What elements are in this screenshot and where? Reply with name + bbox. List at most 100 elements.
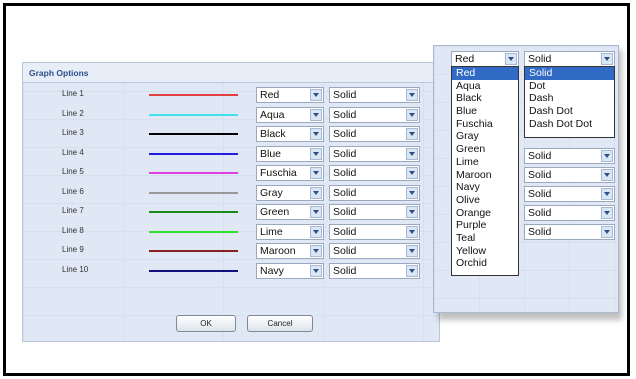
dropdown-option[interactable]: Dash Dot Dot bbox=[525, 118, 614, 131]
chevron-down-icon[interactable] bbox=[601, 169, 613, 181]
chevron-down-icon[interactable] bbox=[310, 264, 322, 277]
line-color-value: Aqua bbox=[260, 108, 285, 121]
dropdown-option[interactable]: Purple bbox=[452, 219, 518, 232]
line-color-value: Navy bbox=[260, 264, 284, 277]
line-style-select[interactable]: Solid bbox=[329, 126, 420, 142]
line-style-value: Solid bbox=[333, 206, 357, 218]
dropdown-option[interactable]: Green bbox=[452, 143, 518, 156]
line-style-select[interactable]: Solid bbox=[329, 145, 420, 162]
line-sample bbox=[149, 113, 238, 116]
dropdown-option[interactable]: Maroon bbox=[452, 169, 518, 182]
chevron-down-icon[interactable] bbox=[505, 53, 517, 65]
dropdown-option[interactable]: Yellow bbox=[452, 245, 518, 258]
chevron-down-icon[interactable] bbox=[310, 147, 322, 160]
chevron-down-icon[interactable] bbox=[310, 89, 322, 101]
style-select[interactable]: Solid bbox=[524, 205, 615, 221]
line-color-select[interactable]: Aqua bbox=[256, 106, 324, 123]
style-select[interactable]: Solid bbox=[524, 148, 615, 164]
cancel-button[interactable]: Cancel bbox=[247, 315, 313, 332]
dropdown-option[interactable]: Dot bbox=[525, 80, 614, 93]
line-color-select[interactable]: Blue bbox=[256, 145, 324, 162]
dropdown-option[interactable]: Gray bbox=[452, 130, 518, 143]
dropdown-option[interactable]: Dash Dot bbox=[525, 105, 614, 118]
dropdown-option[interactable]: Aqua bbox=[452, 80, 518, 93]
line-style-select[interactable]: Solid bbox=[329, 243, 420, 259]
dropdown-popup-panel: Red Solid Solid Solid Solid Solid Solid Red A… bbox=[433, 45, 619, 313]
line-color-value: Green bbox=[260, 206, 290, 218]
line-label: Line 6 bbox=[62, 186, 84, 196]
dropdown-option[interactable]: Teal bbox=[452, 232, 518, 245]
line-color-select[interactable]: Black bbox=[256, 126, 324, 142]
chevron-down-icon[interactable] bbox=[406, 128, 418, 140]
line-label: Line 3 bbox=[62, 128, 84, 137]
chevron-down-icon[interactable] bbox=[406, 167, 418, 179]
style-options-list[interactable]: Solid Dot Dash Dash Dot Dash Dot Dot bbox=[524, 66, 615, 138]
style-select-open[interactable]: Solid bbox=[524, 51, 615, 67]
style-select-value: Solid bbox=[528, 53, 552, 65]
line-label: Line 10 bbox=[62, 264, 89, 274]
chevron-down-icon[interactable] bbox=[406, 264, 418, 277]
dropdown-option[interactable]: Olive bbox=[452, 194, 518, 207]
dropdown-option[interactable]: Orchid bbox=[452, 257, 518, 270]
dropdown-option[interactable]: Fuschia bbox=[452, 118, 518, 131]
line-color-select[interactable]: Lime bbox=[256, 223, 324, 240]
color-select-value: Red bbox=[455, 53, 475, 65]
dropdown-option[interactable]: Lime bbox=[452, 156, 518, 169]
chevron-down-icon[interactable] bbox=[406, 245, 418, 257]
chevron-down-icon[interactable] bbox=[601, 150, 613, 162]
line-color-select[interactable]: Gray bbox=[256, 184, 324, 201]
line-style-select[interactable]: Solid bbox=[329, 204, 420, 220]
dropdown-option[interactable]: Blue bbox=[452, 105, 518, 118]
style-select[interactable]: Solid bbox=[524, 167, 615, 183]
chevron-down-icon[interactable] bbox=[601, 226, 613, 238]
dropdown-option[interactable]: Dash bbox=[525, 92, 614, 105]
style-select[interactable]: Solid bbox=[524, 224, 615, 240]
line-style-select[interactable]: Solid bbox=[329, 87, 420, 103]
line-color-select[interactable]: Red bbox=[256, 87, 324, 103]
ok-button[interactable]: OK bbox=[176, 315, 236, 332]
line-style-value: Solid bbox=[333, 167, 357, 179]
line-color-select[interactable]: Fuschia bbox=[256, 165, 324, 181]
chevron-down-icon[interactable] bbox=[310, 245, 322, 257]
dropdown-option[interactable]: Navy bbox=[452, 181, 518, 194]
chevron-down-icon[interactable] bbox=[406, 225, 418, 238]
chevron-down-icon[interactable] bbox=[406, 147, 418, 160]
color-options-list[interactable]: Red Aqua Black Blue Fuschia Gray Green Lime Maro… bbox=[451, 66, 519, 276]
chevron-down-icon[interactable] bbox=[310, 167, 322, 179]
line-color-select[interactable]: Navy bbox=[256, 262, 324, 279]
dropdown-option[interactable]: Black bbox=[452, 92, 518, 105]
chevron-down-icon[interactable] bbox=[310, 206, 322, 218]
line-sample bbox=[149, 211, 238, 213]
line-color-value: Fuschia bbox=[260, 167, 297, 179]
line-label: Line 2 bbox=[62, 108, 84, 118]
dropdown-option[interactable]: Orange bbox=[452, 207, 518, 220]
chevron-down-icon[interactable] bbox=[310, 225, 322, 238]
line-style-select[interactable]: Solid bbox=[329, 184, 420, 201]
chevron-down-icon[interactable] bbox=[406, 206, 418, 218]
chevron-down-icon[interactable] bbox=[601, 207, 613, 219]
chevron-down-icon[interactable] bbox=[601, 188, 613, 200]
line-label: Line 8 bbox=[62, 225, 84, 235]
line-color-select[interactable]: Maroon bbox=[256, 243, 324, 259]
chevron-down-icon[interactable] bbox=[310, 108, 322, 121]
chevron-down-icon[interactable] bbox=[406, 89, 418, 101]
chevron-down-icon[interactable] bbox=[310, 186, 322, 199]
dropdown-option[interactable]: Red bbox=[452, 67, 518, 80]
line-style-select[interactable]: Solid bbox=[329, 262, 420, 279]
chevron-down-icon[interactable] bbox=[310, 128, 322, 140]
dropdown-option[interactable]: Solid bbox=[525, 67, 614, 80]
line-color-value: Black bbox=[260, 128, 286, 140]
line-row: Line 6 Gray Solid bbox=[23, 183, 439, 202]
line-style-value: Solid bbox=[333, 225, 357, 238]
style-select[interactable]: Solid bbox=[524, 186, 615, 202]
line-label: Line 5 bbox=[62, 167, 84, 176]
line-style-select[interactable]: Solid bbox=[329, 106, 420, 123]
chevron-down-icon[interactable] bbox=[601, 53, 613, 65]
chevron-down-icon[interactable] bbox=[406, 108, 418, 121]
dialog-title: Graph Options bbox=[29, 68, 89, 78]
line-style-select[interactable]: Solid bbox=[329, 165, 420, 181]
line-style-select[interactable]: Solid bbox=[329, 223, 420, 240]
chevron-down-icon[interactable] bbox=[406, 186, 418, 199]
line-color-select[interactable]: Green bbox=[256, 204, 324, 220]
color-select-open[interactable]: Red bbox=[451, 51, 519, 67]
